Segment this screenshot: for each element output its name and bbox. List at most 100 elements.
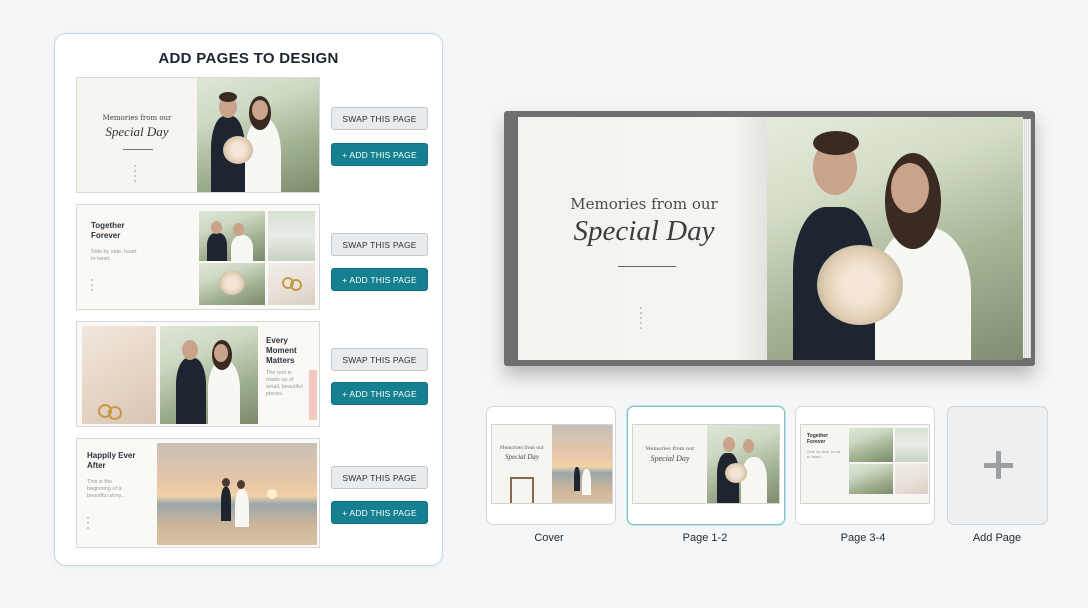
thumbnail-label-page-3-4: Page 3-4: [840, 532, 886, 544]
add-page-button-1[interactable]: + ADD THIS PAGE: [331, 143, 428, 166]
template-row-4: Happily Ever After This is the beginning…: [76, 438, 449, 548]
dots-decoration: [87, 517, 93, 532]
bride-figure: [582, 469, 591, 495]
pink-accent-bar: [309, 370, 317, 420]
thumbnail-page-1-2[interactable]: Memories from our Special Day: [627, 406, 785, 525]
thumbnail-label-cover: Cover: [534, 532, 564, 544]
thumbnail-page-3-4[interactable]: Together Forever Side by side, heart to …: [795, 406, 935, 525]
template-3-heading: Every Moment Matters: [266, 336, 297, 365]
add-pages-panel: ADD PAGES TO DESIGN Memories from our Sp…: [54, 33, 443, 566]
template-2-body: Side by side, heart to heart.: [91, 249, 137, 262]
groom-figure: [574, 467, 580, 491]
wedding-arch: [510, 477, 534, 503]
book-small-text: Memories from our: [570, 195, 718, 213]
bride-head: [743, 439, 754, 453]
book-right-page-photo: [767, 117, 1023, 360]
panel-title: ADD PAGES TO DESIGN: [158, 50, 339, 67]
page-3-4-body: Side by side, heart to heart.: [807, 449, 841, 459]
book-page-edges: [1023, 119, 1031, 358]
dots-decoration: [640, 307, 646, 332]
groom-head: [211, 221, 222, 234]
flourish-divider: [618, 266, 676, 267]
template-1-text-page: Memories from our Special Day: [77, 78, 197, 192]
dots-decoration: [134, 165, 140, 185]
add-page-button-2[interactable]: + ADD THIS PAGE: [331, 268, 428, 291]
cover-title: Special Day: [504, 453, 539, 461]
add-page-button-4[interactable]: + ADD THIS PAGE: [331, 501, 428, 524]
bouquet: [223, 136, 253, 164]
ring: [108, 406, 122, 420]
bride-figure: [741, 457, 767, 503]
groom-hair: [219, 92, 237, 102]
template-2-heading: Together Forever: [91, 221, 125, 240]
beach-sunset-photo: [157, 443, 317, 545]
page-3-4-heading: Together Forever: [807, 433, 829, 445]
swap-page-button-1[interactable]: SWAP THIS PAGE: [331, 107, 428, 130]
add-page-card[interactable]: [947, 406, 1048, 525]
page-3-4-rings-photo: [895, 464, 928, 494]
book-left-page: Memories from our Special Day: [518, 117, 770, 360]
wedding-aisle-photo: [268, 211, 315, 261]
groom-figure: [221, 487, 231, 521]
bride-bouquet-photo: [199, 263, 265, 305]
groom-figure: [176, 358, 206, 424]
bride-head: [214, 344, 228, 362]
template-row-2: Together Forever Side by side, heart to …: [76, 204, 449, 310]
swap-page-button-3[interactable]: SWAP THIS PAGE: [331, 348, 428, 371]
groom-head: [222, 478, 230, 487]
template-3-body: The rest is made up of small, beautiful …: [266, 370, 303, 397]
page-3-4-bouquet-photo: [849, 464, 893, 494]
groom-figure: [207, 233, 227, 261]
template-preview-2[interactable]: Together Forever Side by side, heart to …: [76, 204, 320, 310]
bouquet: [817, 245, 903, 325]
cover-text-page: Memories from our Special Day: [492, 425, 552, 503]
page-3-4-aisle-photo: [895, 428, 928, 462]
dots-decoration: [91, 279, 97, 294]
page-1-2-title: Special Day: [650, 454, 690, 463]
sun: [267, 489, 277, 499]
page-1-2-spread: Memories from our Special Day: [632, 424, 780, 504]
couple-kiss-photo: [199, 211, 265, 261]
cover-spread: Memories from our Special Day: [491, 424, 613, 504]
cover-beach-photo: [552, 425, 612, 503]
page-3-4-spread: Together Forever Side by side, heart to …: [800, 424, 930, 504]
bouquet: [219, 271, 245, 295]
page-1-2-small-text: Memories from our: [645, 446, 695, 452]
cover-small-text: Memories from our: [499, 446, 545, 451]
bouquet: [725, 463, 747, 483]
thumbnail-cover[interactable]: Memories from our Special Day: [486, 406, 616, 525]
book-title: Special Day: [573, 215, 715, 247]
rings-photo: [268, 263, 315, 305]
template-4-heading: Happily Ever After: [87, 451, 136, 470]
bride-head: [252, 100, 268, 120]
template-4-body: This is the beginning of a beautiful sto…: [87, 479, 126, 499]
bride-head: [233, 223, 244, 236]
groom-head: [182, 340, 198, 360]
flourish-divider: [123, 149, 153, 150]
bride-head: [237, 480, 245, 489]
add-page-label: Add Page: [972, 532, 1022, 544]
template-1-title: Special Day: [105, 124, 169, 139]
swap-page-button-4[interactable]: SWAP THIS PAGE: [331, 466, 428, 489]
add-page-button-3[interactable]: + ADD THIS PAGE: [331, 382, 428, 405]
couple-embrace-photo: [160, 326, 258, 424]
wedding-couple-photo: [197, 78, 319, 192]
hands-rings-photo: [82, 326, 156, 424]
template-preview-3[interactable]: Every Moment Matters The rest is made up…: [76, 321, 320, 427]
groom-hair: [813, 131, 859, 155]
ring: [290, 279, 302, 291]
groom-head: [723, 437, 735, 452]
template-preview-4[interactable]: Happily Ever After This is the beginning…: [76, 438, 320, 548]
thumbnail-label-page-1-2: Page 1-2: [682, 532, 728, 544]
page-3-4-couple-photo: [849, 428, 893, 462]
template-preview-1[interactable]: Memories from our Special Day: [76, 77, 320, 193]
bride-figure: [231, 235, 253, 261]
bride-head: [891, 163, 929, 213]
template-1-small-text: Memories from our: [102, 114, 172, 122]
bride-figure: [235, 489, 249, 527]
page-1-2-photo: [707, 425, 779, 503]
photo-book-preview: Memories from our Special Day: [504, 111, 1035, 366]
template-row-1: Memories from our Special Day SWAP THIS …: [76, 77, 449, 193]
swap-page-button-2[interactable]: SWAP THIS PAGE: [331, 233, 428, 256]
template-row-3: Every Moment Matters The rest is made up…: [76, 321, 449, 427]
